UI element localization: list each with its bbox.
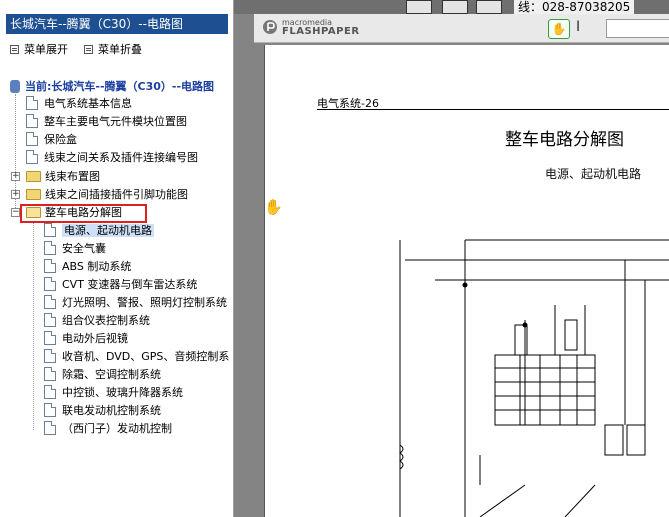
tree-item-label: 收音机、DVD、GPS、音频控制系 [62,350,230,363]
tree-item-label: 电气系统基本信息 [44,97,132,110]
document-icon [26,114,38,128]
tree-subitem[interactable]: 收音机、DVD、GPS、音频控制系 [44,348,229,365]
tree-item-label: 线束之间插接插件引脚功能图 [45,188,188,201]
document-icon [44,331,56,345]
document-icon [26,132,38,146]
window-button[interactable] [406,0,432,14]
tree-item-label: 整车主要电气元件模块位置图 [44,115,187,128]
document-page: 电气系统-26 整车电路分解图 电源、起动机电路 [264,45,669,517]
tree-item[interactable]: 整车主要电气元件模块位置图 [26,113,187,130]
tree-item-label: 电源、起动机电路 [62,224,154,237]
collapse-menu-label: 菜单折叠 [98,43,142,56]
flashpaper-logo-icon [263,20,277,34]
tree-item-label: 联电发动机控制系统 [62,404,161,417]
document-icon [44,403,56,417]
tree-subitem[interactable]: CVT 变速器与倒车雷达系统 [44,276,197,293]
document-icon [44,277,56,291]
tree-item-label: 安全气囊 [62,242,106,255]
tree-subitem[interactable]: 组合仪表控制系统 [44,312,150,329]
document-icon [44,295,56,309]
header-rule [317,109,669,110]
tree-item[interactable]: 电气系统基本信息 [26,95,132,112]
tree-folder[interactable]: 线束布置图 [26,168,100,185]
tree-subitem[interactable]: （西门子）发动机控制 [44,420,172,437]
tree-subitem[interactable]: ABS 制动系统 [44,258,131,275]
tree-subitem[interactable]: 安全气囊 [44,240,106,257]
tree-item-label: ABS 制动系统 [62,260,132,273]
pane-title: 长城汽车--腾翼（C30）--电路图 [6,14,228,34]
tree-guide-line [33,222,34,430]
hand-tool-button[interactable]: ✋ [548,19,570,39]
menu-icon [10,45,19,54]
tree-item-label: 灯光照明、警报、照明灯控制系统 [62,296,227,309]
window-button[interactable] [476,0,502,14]
window-button[interactable] [442,0,468,14]
tree-subitem-selected[interactable]: 电源、起动机电路 [44,222,154,239]
tree-pane: 长城汽车--腾翼（C30）--电路图 菜单展开 菜单折叠 当前:长城汽车--腾翼… [0,0,234,517]
tree-subitem[interactable]: 联电发动机控制系统 [44,402,161,419]
document-icon [44,223,56,237]
document-icon [44,421,56,435]
viewer-toolbar: macromedia FLASHPAPER ✋ I [254,14,669,43]
document-icon [26,150,38,164]
tree-subitem[interactable]: 除霜、空调控制系统 [44,366,161,383]
expand-menu-button[interactable]: 菜单展开 [10,42,68,58]
tree-folder[interactable]: 线束之间插接插件引脚功能图 [26,186,188,203]
database-icon [10,80,20,93]
tree-item-label: 线束之间关系及插件连接编号图 [44,151,198,164]
document-icon [44,385,56,399]
collapse-toggle[interactable]: − [11,208,20,217]
tree-root[interactable]: 当前:长城汽车--腾翼（C30）--电路图 [10,78,214,95]
tree-item-label: 组合仪表控制系统 [62,314,150,327]
search-input[interactable] [606,19,669,38]
tree-subitem[interactable]: 中控锁、玻璃升降器系统 [44,384,183,401]
wiring-diagram [399,239,669,517]
expand-toggle[interactable]: + [11,172,20,181]
tree-item[interactable]: 线束之间关系及插件连接编号图 [26,149,198,166]
tree-item-label: 电动外后视镜 [62,332,128,345]
document-icon [44,241,56,255]
text-select-tool-button[interactable]: I [576,19,580,35]
tree-item-label: CVT 变速器与倒车雷达系统 [62,278,198,291]
top-strip: 线：028-87038205 [234,0,669,14]
document-icon [26,96,38,110]
tree-item-label: 除霜、空调控制系统 [62,368,161,381]
tree-item-label: 线束布置图 [45,170,100,183]
brand-bottom: FLASHPAPER [282,26,360,37]
document-icon [44,367,56,381]
hand-cursor-icon: ✋ [264,198,283,216]
tree-root-label: 当前:长城汽车--腾翼（C30）--电路图 [25,80,215,93]
page-title: 整车电路分解图 [505,130,624,150]
page-subtitle: 电源、起动机电路 [545,167,642,181]
tree-item[interactable]: 保险盒 [26,131,77,148]
document-icon [44,349,56,363]
tree-item-label: 保险盒 [44,133,77,146]
highlight-box [20,204,147,223]
tree-item-label: （西门子）发动机控制 [62,422,172,435]
expand-toggle[interactable]: + [11,190,20,199]
folder-icon [26,171,41,182]
document-icon [44,259,56,273]
flashpaper-viewer: 线：028-87038205 macromedia FLASHPAPER ✋ I… [234,0,669,517]
expand-menu-label: 菜单展开 [24,43,68,56]
tree-subitem[interactable]: 电动外后视镜 [44,330,128,347]
folder-icon [26,189,41,200]
collapse-menu-button[interactable]: 菜单折叠 [84,42,142,58]
menu-icon [84,45,93,54]
document-icon [44,313,56,327]
tree-subitem[interactable]: 灯光照明、警报、照明灯控制系统 [44,294,227,311]
tree-item-label: 中控锁、玻璃升降器系统 [62,386,183,399]
phone-text: 线：028-87038205 [514,0,635,14]
